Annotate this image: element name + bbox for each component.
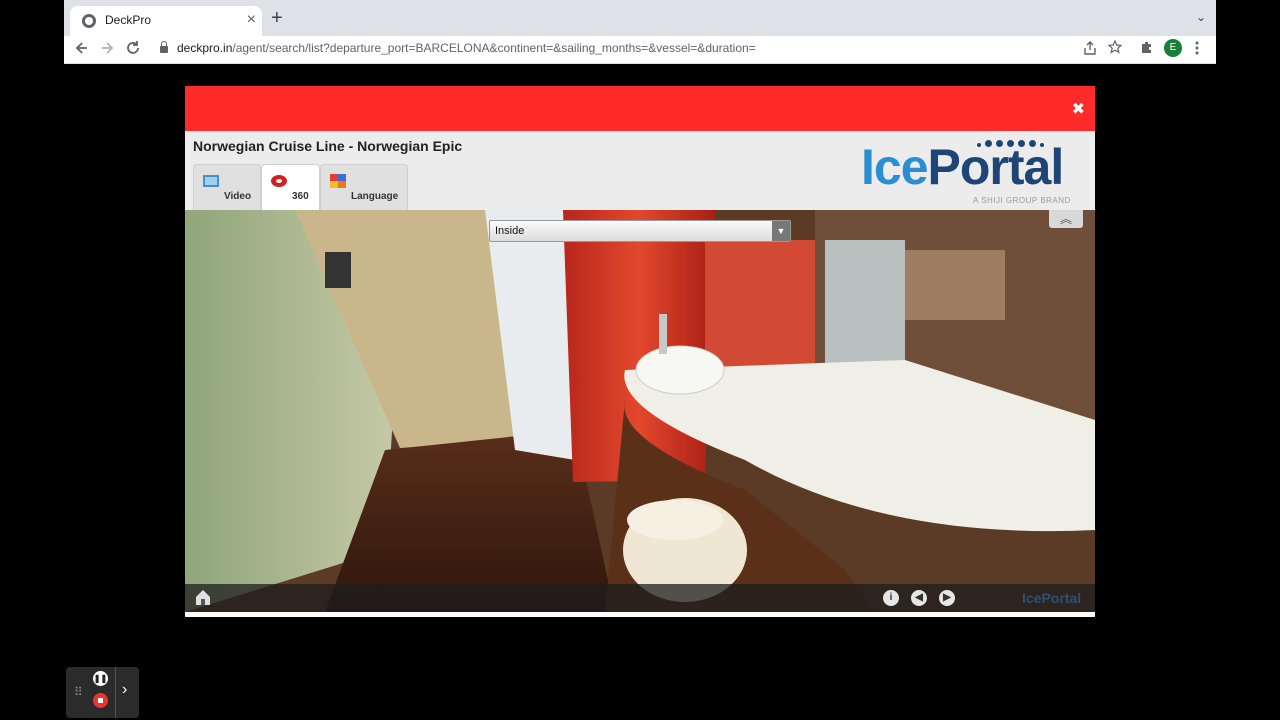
divider [115, 667, 116, 718]
tab-title: DeckPro [105, 13, 152, 27]
video-icon [203, 175, 219, 187]
tab-label: 360 [292, 191, 309, 202]
browser-window: DeckPro × + ⌄ deckpro.in/agent/search/li… [64, 0, 1216, 64]
next-icon[interactable]: ▶ [939, 590, 955, 606]
back-icon[interactable] [74, 40, 90, 56]
viewer-watermark: IcePortal [1022, 590, 1082, 606]
globe-icon [82, 14, 96, 28]
star-icon[interactable] [1108, 40, 1122, 54]
url-domain: deckpro.in [177, 41, 233, 55]
tour-header: Norwegian Cruise Line - Norwegian Epic V… [185, 131, 1095, 211]
previous-icon[interactable]: ◀ [911, 590, 927, 606]
browser-tab[interactable]: DeckPro × [70, 6, 262, 36]
extensions-icon[interactable] [1140, 40, 1154, 54]
tab-search-icon[interactable]: ⌄ [1196, 10, 1206, 24]
logo-tagline: A SHIJI GROUP BRAND [973, 196, 1071, 205]
info-icon[interactable]: i [883, 590, 899, 606]
panorama-icon [271, 175, 287, 187]
double-chevron-up-icon: ︽ [1059, 212, 1072, 226]
reload-icon[interactable] [125, 40, 141, 56]
stop-icon[interactable] [93, 693, 108, 708]
share-icon[interactable] [1083, 41, 1097, 55]
chevron-down-icon[interactable]: ▼ [772, 221, 790, 241]
browser-toolbar: deckpro.in/agent/search/list?departure_p… [64, 36, 1216, 64]
cabin-bathroom-panorama[interactable] [185, 210, 1095, 612]
tab-language[interactable]: Language [320, 164, 408, 210]
profile-avatar[interactable]: E [1164, 39, 1182, 57]
screen-recorder-widget: ⠿ ❚❚ › [66, 667, 139, 718]
address-bar[interactable]: deckpro.in/agent/search/list?departure_p… [150, 36, 1160, 60]
virtual-tour-modal: ✖ Norwegian Cruise Line - Norwegian Epic… [185, 86, 1095, 617]
panorama-viewer[interactable]: Inside ▼ ︽ i ◀ ▶ IcePortal [185, 210, 1095, 612]
new-tab-button[interactable]: + [271, 8, 283, 28]
drag-handle-icon[interactable]: ⠿ [74, 685, 83, 699]
collapse-toggle[interactable]: ︽ [1049, 210, 1083, 228]
lock-icon[interactable] [160, 41, 168, 53]
tab-label: Video [224, 191, 252, 202]
tab-strip: DeckPro × + ⌄ [64, 0, 1216, 36]
url-text[interactable]: deckpro.in/agent/search/list?departure_p… [177, 41, 756, 55]
viewer-controls: i ◀ ▶ IcePortal [185, 584, 1095, 612]
language-icon [330, 174, 346, 188]
tab-360[interactable]: 360 [261, 164, 320, 210]
iceportal-logo: IcePortal [861, 139, 1064, 195]
scene-select-value: Inside [495, 225, 525, 237]
menu-icon[interactable] [1194, 41, 1200, 55]
url-path: /agent/search/list?departure_port=BARCEL… [232, 41, 756, 55]
scene-select[interactable]: Inside ▼ [489, 220, 791, 242]
close-icon[interactable]: ✖ [1072, 102, 1085, 118]
modal-header-bar: ✖ [185, 86, 1095, 131]
tab-video[interactable]: Video [193, 164, 261, 210]
page-title: Norwegian Cruise Line - Norwegian Epic [193, 138, 463, 154]
pause-icon[interactable]: ❚❚ [93, 671, 108, 686]
tab-label: Language [351, 191, 399, 202]
forward-icon[interactable] [99, 40, 115, 56]
home-icon[interactable] [194, 588, 212, 606]
chevron-right-icon[interactable]: › [122, 681, 127, 699]
tab-close-icon[interactable]: × [247, 11, 256, 29]
